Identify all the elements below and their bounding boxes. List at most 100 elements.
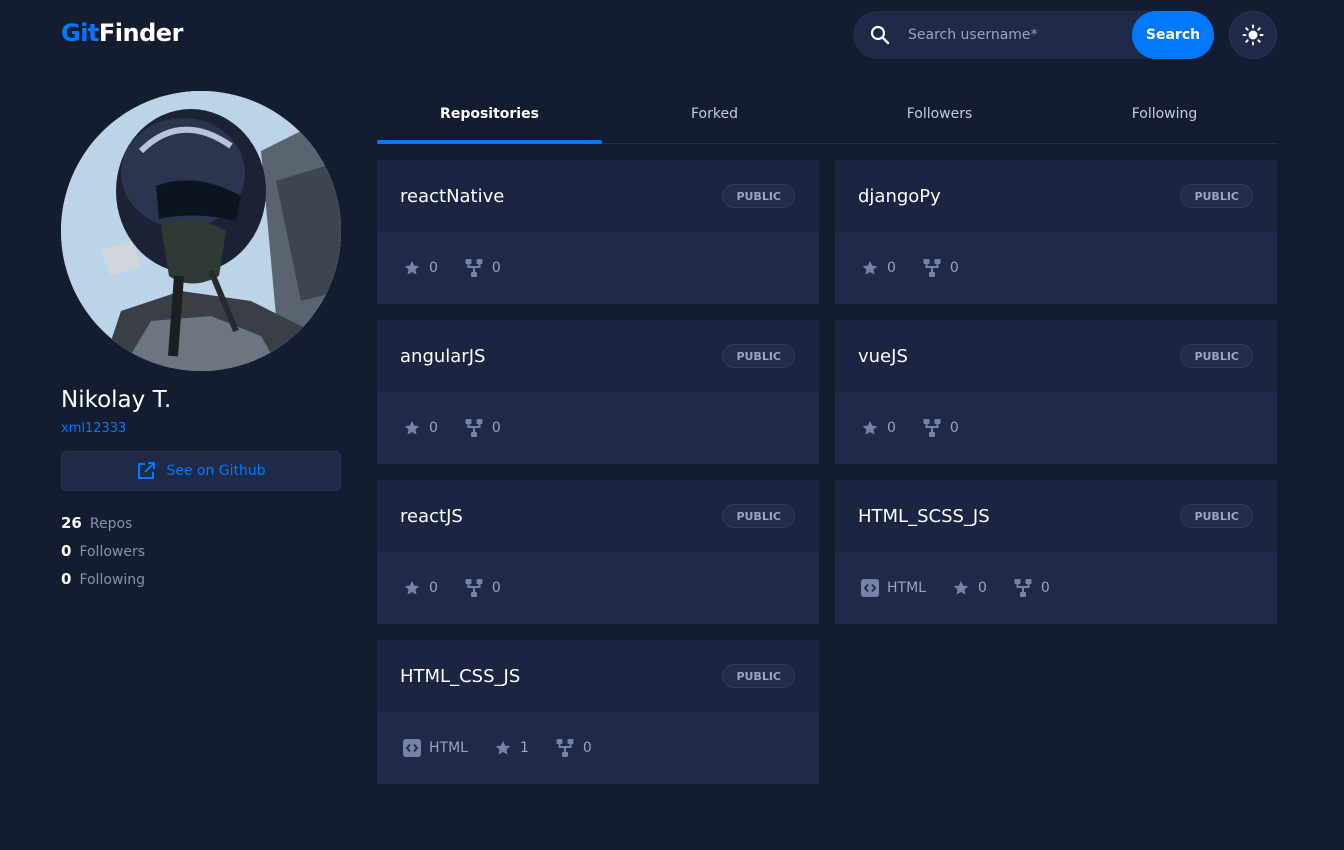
repo-name[interactable]: angularJS bbox=[400, 346, 485, 367]
logo-finder: Finder bbox=[98, 19, 184, 47]
repo-name[interactable]: reactJS bbox=[400, 506, 463, 527]
tab-following[interactable]: Following bbox=[1052, 92, 1277, 143]
repo-name[interactable]: HTML_CSS_JS bbox=[400, 666, 520, 687]
repo-stars: 0 bbox=[952, 579, 987, 597]
profile-login-link[interactable]: xml12333 bbox=[61, 421, 126, 436]
see-on-github-button[interactable]: See on Github bbox=[61, 451, 341, 491]
theme-toggle-button[interactable] bbox=[1229, 11, 1277, 59]
repo-card-meta: 0 0 bbox=[835, 232, 1277, 304]
repo-name[interactable]: reactNative bbox=[400, 186, 504, 207]
visibility-badge: PUBLIC bbox=[1180, 504, 1253, 528]
repo-forks: 0 bbox=[922, 418, 959, 438]
logo[interactable]: GitFinder bbox=[61, 19, 183, 47]
repo-card[interactable]: reactNative PUBLIC 0 0 bbox=[377, 160, 819, 304]
star-icon bbox=[403, 259, 421, 277]
repo-card-header: angularJS PUBLIC bbox=[377, 320, 819, 392]
repo-card-header: vueJS PUBLIC bbox=[835, 320, 1277, 392]
repo-card[interactable]: HTML_CSS_JS PUBLIC HTML 1 0 bbox=[377, 640, 819, 784]
repo-forks: 0 bbox=[464, 418, 501, 438]
repo-stars: 0 bbox=[861, 419, 896, 437]
stat-following: 0 Following bbox=[61, 570, 145, 598]
visibility-badge: PUBLIC bbox=[722, 504, 795, 528]
stat-label: Following bbox=[79, 572, 146, 588]
search-button[interactable]: Search bbox=[1132, 11, 1214, 59]
fork-icon bbox=[555, 738, 575, 758]
star-icon bbox=[403, 419, 421, 437]
repo-forks-count: 0 bbox=[582, 740, 592, 756]
stat-followers: 0 Followers bbox=[61, 542, 145, 570]
visibility-badge: PUBLIC bbox=[1180, 344, 1253, 368]
repo-stars: 0 bbox=[403, 579, 438, 597]
star-icon bbox=[952, 579, 970, 597]
repo-card[interactable]: djangoPy PUBLIC 0 0 bbox=[835, 160, 1277, 304]
repo-card-meta: HTML 1 0 bbox=[377, 712, 819, 784]
fork-icon bbox=[1013, 578, 1033, 598]
repo-forks: 0 bbox=[555, 738, 592, 758]
fork-icon bbox=[922, 418, 942, 438]
repo-card-header: djangoPy PUBLIC bbox=[835, 160, 1277, 232]
stat-label: Repos bbox=[89, 516, 133, 532]
fork-icon bbox=[922, 258, 942, 278]
stat-repos: 26 Repos bbox=[61, 514, 145, 542]
repo-card-meta: 0 0 bbox=[377, 552, 819, 624]
see-on-github-label: See on Github bbox=[166, 463, 266, 479]
visibility-badge: PUBLIC bbox=[1180, 184, 1253, 208]
repo-stars-count: 0 bbox=[887, 420, 896, 436]
repo-forks: 0 bbox=[464, 578, 501, 598]
repo-forks-count: 0 bbox=[949, 420, 959, 436]
code-icon bbox=[861, 579, 879, 597]
repo-forks-count: 0 bbox=[491, 260, 501, 276]
repo-stars-count: 0 bbox=[887, 260, 896, 276]
fork-icon bbox=[464, 258, 484, 278]
search-icon bbox=[870, 25, 890, 45]
search-input[interactable] bbox=[908, 11, 1132, 59]
repo-stars: 0 bbox=[403, 259, 438, 277]
star-icon bbox=[494, 739, 512, 757]
visibility-badge: PUBLIC bbox=[722, 184, 795, 208]
tab-forked[interactable]: Forked bbox=[602, 92, 827, 143]
star-icon bbox=[861, 419, 879, 437]
profile-name: Nikolay T. bbox=[61, 387, 172, 413]
repo-language: HTML bbox=[403, 739, 468, 757]
code-icon bbox=[403, 739, 421, 757]
stat-value: 0 bbox=[61, 542, 72, 560]
repo-card[interactable]: HTML_SCSS_JS PUBLIC HTML 0 0 bbox=[835, 480, 1277, 624]
avatar bbox=[61, 91, 341, 371]
repo-forks: 0 bbox=[922, 258, 959, 278]
repo-card[interactable]: vueJS PUBLIC 0 0 bbox=[835, 320, 1277, 464]
repo-stars-count: 0 bbox=[429, 580, 438, 596]
tab-bar: Repositories Forked Followers Following bbox=[377, 92, 1277, 144]
repo-name[interactable]: djangoPy bbox=[858, 186, 941, 207]
page: GitFinder Search username* Search Nikola… bbox=[0, 0, 1344, 850]
repo-card[interactable]: reactJS PUBLIC 0 0 bbox=[377, 480, 819, 624]
repo-card-meta: 0 0 bbox=[835, 392, 1277, 464]
repo-card-meta: 0 0 bbox=[377, 232, 819, 304]
visibility-badge: PUBLIC bbox=[722, 344, 795, 368]
repo-name[interactable]: HTML_SCSS_JS bbox=[858, 506, 990, 527]
tab-repositories[interactable]: Repositories bbox=[377, 92, 602, 144]
repo-stars-count: 1 bbox=[519, 740, 529, 756]
repo-card-header: HTML_SCSS_JS PUBLIC bbox=[835, 480, 1277, 552]
repo-card-header: reactJS PUBLIC bbox=[377, 480, 819, 552]
search-bar: Search bbox=[853, 11, 1214, 59]
visibility-badge: PUBLIC bbox=[722, 664, 795, 688]
fork-icon bbox=[464, 418, 484, 438]
stat-label: Followers bbox=[79, 544, 146, 560]
repo-forks-count: 0 bbox=[949, 260, 959, 276]
repo-stars-count: 0 bbox=[977, 580, 987, 596]
repo-stars: 1 bbox=[494, 739, 529, 757]
repo-card-header: HTML_CSS_JS PUBLIC bbox=[377, 640, 819, 712]
repo-stars: 0 bbox=[403, 419, 438, 437]
repo-language-label: HTML bbox=[429, 740, 468, 756]
repo-forks-count: 0 bbox=[491, 420, 501, 436]
repo-grid: reactNative PUBLIC 0 0 djangoPy PUBLIC 0… bbox=[377, 160, 1277, 784]
star-icon bbox=[403, 579, 421, 597]
tab-followers[interactable]: Followers bbox=[827, 92, 1052, 143]
stat-value: 0 bbox=[61, 570, 72, 588]
repo-name[interactable]: vueJS bbox=[858, 346, 908, 367]
repo-card-meta: HTML 0 0 bbox=[835, 552, 1277, 624]
logo-git: Git bbox=[61, 19, 99, 47]
repo-card-meta: 0 0 bbox=[377, 392, 819, 464]
sun-icon bbox=[1242, 24, 1264, 46]
repo-card[interactable]: angularJS PUBLIC 0 0 bbox=[377, 320, 819, 464]
